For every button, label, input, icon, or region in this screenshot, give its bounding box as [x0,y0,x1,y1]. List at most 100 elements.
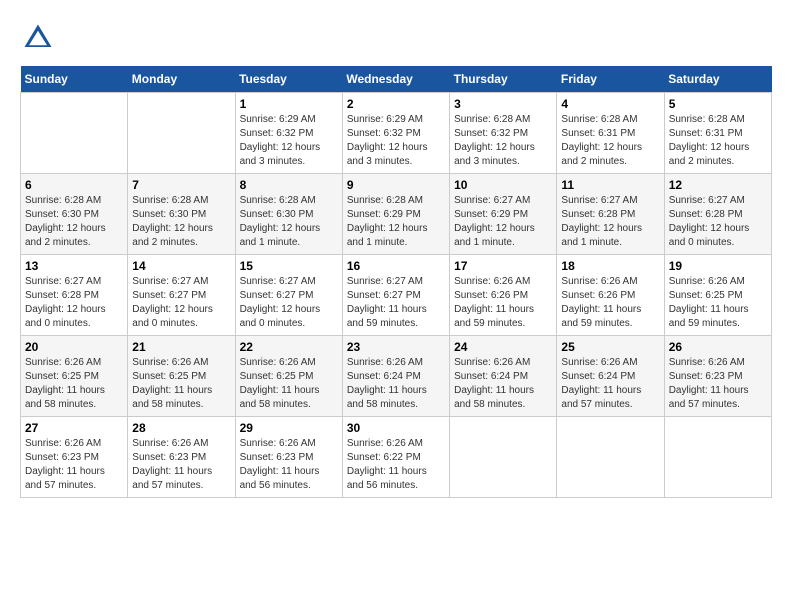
day-info: Sunrise: 6:26 AM Sunset: 6:26 PM Dayligh… [454,275,552,331]
calendar-cell: 27 Sunrise: 6:26 AM Sunset: 6:23 PM Dayli… [21,417,128,498]
day-info: Sunrise: 6:26 AM Sunset: 6:22 PM Dayligh… [347,437,445,493]
day-info: Sunrise: 6:27 AM Sunset: 6:28 PM Dayligh… [561,194,659,250]
calendar-header-sunday: Sunday [21,66,128,93]
calendar-cell: 5 Sunrise: 6:28 AM Sunset: 6:31 PM Daylig… [664,93,771,174]
day-info: Sunrise: 6:28 AM Sunset: 6:31 PM Dayligh… [669,113,767,169]
day-info: Sunrise: 6:26 AM Sunset: 6:26 PM Dayligh… [561,275,659,331]
logo [20,20,60,56]
day-number: 24 [454,340,552,354]
calendar-cell: 2 Sunrise: 6:29 AM Sunset: 6:32 PM Daylig… [342,93,449,174]
day-number: 20 [25,340,123,354]
calendar-cell: 19 Sunrise: 6:26 AM Sunset: 6:25 PM Dayli… [664,255,771,336]
calendar-cell: 11 Sunrise: 6:27 AM Sunset: 6:28 PM Dayli… [557,174,664,255]
calendar-cell: 16 Sunrise: 6:27 AM Sunset: 6:27 PM Dayli… [342,255,449,336]
calendar-cell: 9 Sunrise: 6:28 AM Sunset: 6:29 PM Daylig… [342,174,449,255]
day-number: 16 [347,259,445,273]
logo-icon [20,20,56,56]
calendar-cell: 14Sunrise: 6:27 AM Sunset: 6:27 PM Dayli… [128,255,235,336]
calendar-cell: 18 Sunrise: 6:26 AM Sunset: 6:26 PM Dayli… [557,255,664,336]
day-number: 4 [561,97,659,111]
day-number: 22 [240,340,338,354]
day-info: Sunrise: 6:26 AM Sunset: 6:24 PM Dayligh… [561,356,659,412]
calendar-cell: 20 Sunrise: 6:26 AM Sunset: 6:25 PM Dayli… [21,336,128,417]
calendar-cell [128,93,235,174]
day-number: 23 [347,340,445,354]
day-number: 10 [454,178,552,192]
day-number: 12 [669,178,767,192]
calendar-header-friday: Friday [557,66,664,93]
day-number: 2 [347,97,445,111]
day-info: Sunrise: 6:26 AM Sunset: 6:23 PM Dayligh… [669,356,767,412]
day-info: Sunrise: 6:26 AM Sunset: 6:23 PM Dayligh… [240,437,338,493]
day-info: Sunrise: 6:26 AM Sunset: 6:24 PM Dayligh… [347,356,445,412]
day-number: 19 [669,259,767,273]
day-number: 9 [347,178,445,192]
calendar-cell: 25 Sunrise: 6:26 AM Sunset: 6:24 PM Dayli… [557,336,664,417]
day-number: 1 [240,97,338,111]
day-info: Sunrise: 6:27 AM Sunset: 6:28 PM Dayligh… [25,275,123,331]
day-info: Sunrise: 6:27 AM Sunset: 6:27 PM Dayligh… [347,275,445,331]
day-number: 5 [669,97,767,111]
calendar-header-tuesday: Tuesday [235,66,342,93]
day-info: Sunrise: 6:27 AM Sunset: 6:28 PM Dayligh… [669,194,767,250]
calendar-cell: 8 Sunrise: 6:28 AM Sunset: 6:30 PM Daylig… [235,174,342,255]
day-info: Sunrise: 6:28 AM Sunset: 6:32 PM Dayligh… [454,113,552,169]
calendar-week-row: 20 Sunrise: 6:26 AM Sunset: 6:25 PM Dayli… [21,336,772,417]
day-number: 25 [561,340,659,354]
calendar-cell: 24 Sunrise: 6:26 AM Sunset: 6:24 PM Dayli… [450,336,557,417]
calendar-cell: 22Sunrise: 6:26 AM Sunset: 6:25 PM Dayli… [235,336,342,417]
calendar-cell: 13 Sunrise: 6:27 AM Sunset: 6:28 PM Dayli… [21,255,128,336]
day-info: Sunrise: 6:29 AM Sunset: 6:32 PM Dayligh… [347,113,445,169]
day-number: 3 [454,97,552,111]
day-info: Sunrise: 6:26 AM Sunset: 6:25 PM Dayligh… [132,356,230,412]
page-header [20,20,772,56]
day-info: Sunrise: 6:28 AM Sunset: 6:30 PM Dayligh… [25,194,123,250]
calendar-cell [21,93,128,174]
day-number: 27 [25,421,123,435]
calendar-cell: 29 Sunrise: 6:26 AM Sunset: 6:23 PM Dayli… [235,417,342,498]
day-info: Sunrise: 6:27 AM Sunset: 6:27 PM Dayligh… [240,275,338,331]
day-info: Sunrise: 6:28 AM Sunset: 6:29 PM Dayligh… [347,194,445,250]
day-number: 28 [132,421,230,435]
day-number: 8 [240,178,338,192]
day-info: Sunrise: 6:28 AM Sunset: 6:30 PM Dayligh… [240,194,338,250]
calendar-week-row: 6Sunrise: 6:28 AM Sunset: 6:30 PM Daylig… [21,174,772,255]
calendar-table: SundayMondayTuesdayWednesdayThursdayFrid… [20,66,772,498]
calendar-week-row: 13 Sunrise: 6:27 AM Sunset: 6:28 PM Dayli… [21,255,772,336]
day-number: 30 [347,421,445,435]
day-number: 18 [561,259,659,273]
day-number: 29 [240,421,338,435]
calendar-cell [557,417,664,498]
day-info: Sunrise: 6:26 AM Sunset: 6:25 PM Dayligh… [25,356,123,412]
day-info: Sunrise: 6:26 AM Sunset: 6:23 PM Dayligh… [132,437,230,493]
day-info: Sunrise: 6:29 AM Sunset: 6:32 PM Dayligh… [240,113,338,169]
calendar-header-saturday: Saturday [664,66,771,93]
day-number: 17 [454,259,552,273]
day-number: 21 [132,340,230,354]
day-number: 13 [25,259,123,273]
day-info: Sunrise: 6:26 AM Sunset: 6:25 PM Dayligh… [669,275,767,331]
day-info: Sunrise: 6:28 AM Sunset: 6:30 PM Dayligh… [132,194,230,250]
calendar-header-monday: Monday [128,66,235,93]
calendar-cell: 17 Sunrise: 6:26 AM Sunset: 6:26 PM Dayli… [450,255,557,336]
calendar-header-thursday: Thursday [450,66,557,93]
day-number: 15 [240,259,338,273]
calendar-cell: 30 Sunrise: 6:26 AM Sunset: 6:22 PM Dayli… [342,417,449,498]
day-number: 11 [561,178,659,192]
calendar-week-row: 27 Sunrise: 6:26 AM Sunset: 6:23 PM Dayli… [21,417,772,498]
day-info: Sunrise: 6:26 AM Sunset: 6:23 PM Dayligh… [25,437,123,493]
calendar-cell: 21 Sunrise: 6:26 AM Sunset: 6:25 PM Dayli… [128,336,235,417]
calendar-cell: 7 Sunrise: 6:28 AM Sunset: 6:30 PM Daylig… [128,174,235,255]
day-info: Sunrise: 6:26 AM Sunset: 6:24 PM Dayligh… [454,356,552,412]
calendar-week-row: 1 Sunrise: 6:29 AM Sunset: 6:32 PM Daylig… [21,93,772,174]
day-number: 26 [669,340,767,354]
calendar-cell: 10 Sunrise: 6:27 AM Sunset: 6:29 PM Dayli… [450,174,557,255]
calendar-header-row: SundayMondayTuesdayWednesdayThursdayFrid… [21,66,772,93]
calendar-cell: 28 Sunrise: 6:26 AM Sunset: 6:23 PM Dayli… [128,417,235,498]
calendar-cell: 26 Sunrise: 6:26 AM Sunset: 6:23 PM Dayli… [664,336,771,417]
day-number: 14 [132,259,230,273]
calendar-header-wednesday: Wednesday [342,66,449,93]
day-info: Sunrise: 6:27 AM Sunset: 6:29 PM Dayligh… [454,194,552,250]
day-number: 7 [132,178,230,192]
calendar-cell [450,417,557,498]
